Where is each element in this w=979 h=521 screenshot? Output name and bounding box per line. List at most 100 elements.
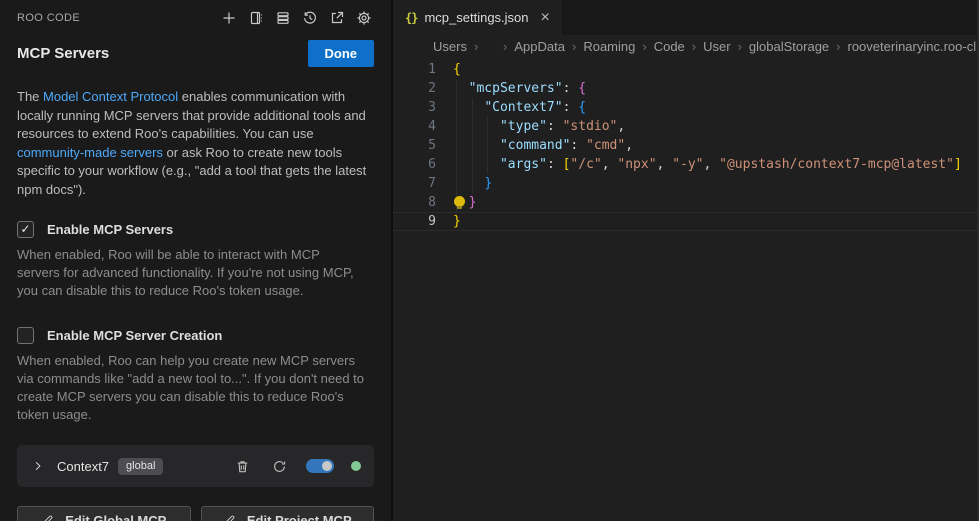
- server-scope-badge: global: [118, 458, 163, 475]
- open-in-editor-button[interactable]: [327, 8, 347, 28]
- code-line-5[interactable]: 5 "command": "cmd",: [393, 136, 979, 155]
- breadcrumb-chevron-icon: ›: [836, 39, 840, 54]
- enable-mcp-creation-row[interactable]: Enable MCP Server Creation: [17, 327, 374, 344]
- line-content: "command": "cmd",: [453, 136, 633, 155]
- breadcrumb-chevron-icon: ›: [642, 39, 646, 54]
- enable-mcp-creation-section: Enable MCP Server Creation When enabled,…: [17, 327, 374, 424]
- code-line-9[interactable]: 9}: [393, 212, 979, 231]
- server-enabled-toggle[interactable]: [306, 459, 334, 473]
- page-header: MCP Servers Done: [17, 40, 374, 67]
- plus-icon: [221, 10, 237, 26]
- notebook-icon: [248, 10, 264, 26]
- model-context-protocol-link[interactable]: Model Context Protocol: [43, 89, 178, 104]
- pencil-icon: [223, 514, 236, 521]
- code-editor[interactable]: 1{2 "mcpServers": {3 "Context7": {4 "typ…: [393, 57, 979, 521]
- code-line-3[interactable]: 3 "Context7": {: [393, 98, 979, 117]
- breadcrumb-item[interactable]: Code: [654, 39, 685, 54]
- enable-mcp-servers-label: Enable MCP Servers: [47, 222, 173, 237]
- intro-text-1: The: [17, 89, 43, 104]
- enable-mcp-servers-checkbox[interactable]: ✓: [17, 221, 34, 238]
- mcp-servers-button[interactable]: [273, 8, 293, 28]
- tab-bar: {} mcp_settings.json ×: [393, 0, 979, 35]
- enable-mcp-servers-description: When enabled, Roo will be able to intera…: [17, 246, 365, 300]
- enable-mcp-servers-row[interactable]: ✓ Enable MCP Servers: [17, 221, 374, 238]
- line-content: }: [453, 174, 492, 193]
- breadcrumb-item[interactable]: User: [703, 39, 730, 54]
- chevron-right-icon: [32, 460, 44, 472]
- enable-mcp-servers-section: ✓ Enable MCP Servers When enabled, Roo w…: [17, 221, 374, 300]
- line-number: 4: [393, 117, 436, 136]
- server-name: Context7: [57, 459, 109, 474]
- code-line-4[interactable]: 4 "type": "stdio",: [393, 117, 979, 136]
- tab-filename: mcp_settings.json: [424, 10, 528, 25]
- line-number: 3: [393, 98, 436, 117]
- server-icon: [275, 10, 291, 26]
- refresh-icon: [272, 459, 287, 474]
- intro-paragraph: The Model Context Protocol enables commu…: [17, 88, 376, 199]
- line-content: "args": ["/c", "npx", "-y", "@upstash/co…: [453, 155, 962, 174]
- edit-project-mcp-button[interactable]: Edit Project MCP: [201, 506, 375, 521]
- close-tab-icon[interactable]: ×: [541, 11, 550, 25]
- code-line-6[interactable]: 6 "args": ["/c", "npx", "-y", "@upstash/…: [393, 155, 979, 174]
- breadcrumb: Users › › AppData › Roaming › Code › User › globalS…: [393, 35, 979, 57]
- breadcrumb-item[interactable]: rooveterinaryinc.roo-cli: [848, 39, 979, 54]
- line-number: 5: [393, 136, 436, 155]
- line-content: }: [453, 212, 461, 231]
- delete-server-button[interactable]: [232, 456, 252, 476]
- breadcrumb-chevron-icon: ›: [503, 39, 507, 54]
- server-row-context7: Context7 global: [17, 445, 374, 487]
- editor-pane: {} mcp_settings.json × Users › › AppData › Ro…: [391, 0, 979, 521]
- pencil-icon: [41, 514, 54, 521]
- app-root: ROO CODE: [0, 0, 979, 521]
- code-line-7[interactable]: 7 }: [393, 174, 979, 193]
- code-line-2[interactable]: 2 "mcpServers": {: [393, 79, 979, 98]
- line-number: 6: [393, 155, 436, 174]
- edit-global-mcp-button[interactable]: Edit Global MCP: [17, 506, 191, 521]
- lightbulb-icon[interactable]: [454, 196, 465, 207]
- breadcrumb-chevron-icon: ›: [738, 39, 742, 54]
- breadcrumb-item[interactable]: Roaming: [583, 39, 635, 54]
- extension-title: ROO CODE: [17, 12, 80, 24]
- trash-icon: [235, 459, 250, 474]
- breadcrumb-item[interactable]: globalStorage: [749, 39, 829, 54]
- footer-actions: Edit Global MCP Edit Project MCP: [17, 506, 374, 521]
- roo-code-panel: ROO CODE: [0, 0, 391, 521]
- enable-mcp-creation-label: Enable MCP Server Creation: [47, 328, 222, 343]
- expand-server-button[interactable]: [30, 458, 46, 474]
- done-button[interactable]: Done: [308, 40, 375, 67]
- code-line-8[interactable]: 8 }: [393, 193, 979, 212]
- panel-toolbar: [219, 8, 374, 28]
- line-content: {: [453, 60, 461, 79]
- edit-global-mcp-label: Edit Global MCP: [65, 513, 166, 521]
- breadcrumb-item[interactable]: Users: [433, 39, 467, 54]
- prompts-button[interactable]: [246, 8, 266, 28]
- restart-server-button[interactable]: [269, 456, 289, 476]
- enable-mcp-creation-checkbox[interactable]: [17, 327, 34, 344]
- popout-icon: [329, 10, 345, 26]
- server-status-dot: [351, 461, 361, 471]
- line-number: 7: [393, 174, 436, 193]
- edit-project-mcp-label: Edit Project MCP: [247, 513, 352, 521]
- page-title: MCP Servers: [17, 45, 109, 62]
- history-button[interactable]: [300, 8, 320, 28]
- line-number: 8: [393, 193, 436, 212]
- line-content: "mcpServers": {: [453, 79, 586, 98]
- line-number: 1: [393, 60, 436, 79]
- line-number: 2: [393, 79, 436, 98]
- tab-mcp-settings[interactable]: {} mcp_settings.json ×: [393, 0, 562, 35]
- breadcrumb-chevron-icon: ›: [692, 39, 696, 54]
- enable-mcp-creation-description: When enabled, Roo can help you create ne…: [17, 352, 365, 424]
- line-content: "Context7": {: [453, 98, 586, 117]
- line-number: 9: [393, 212, 436, 231]
- breadcrumb-item[interactable]: AppData: [514, 39, 565, 54]
- json-file-icon: {}: [405, 11, 417, 25]
- code-line-1[interactable]: 1{: [393, 60, 979, 79]
- history-icon: [302, 10, 318, 26]
- breadcrumb-chevron-icon: ›: [572, 39, 576, 54]
- toggle-knob: [322, 461, 332, 471]
- settings-button[interactable]: [354, 8, 374, 28]
- gear-icon: [356, 10, 372, 26]
- server-controls: [232, 456, 361, 476]
- community-made-servers-link[interactable]: community-made servers: [17, 145, 163, 160]
- new-task-button[interactable]: [219, 8, 239, 28]
